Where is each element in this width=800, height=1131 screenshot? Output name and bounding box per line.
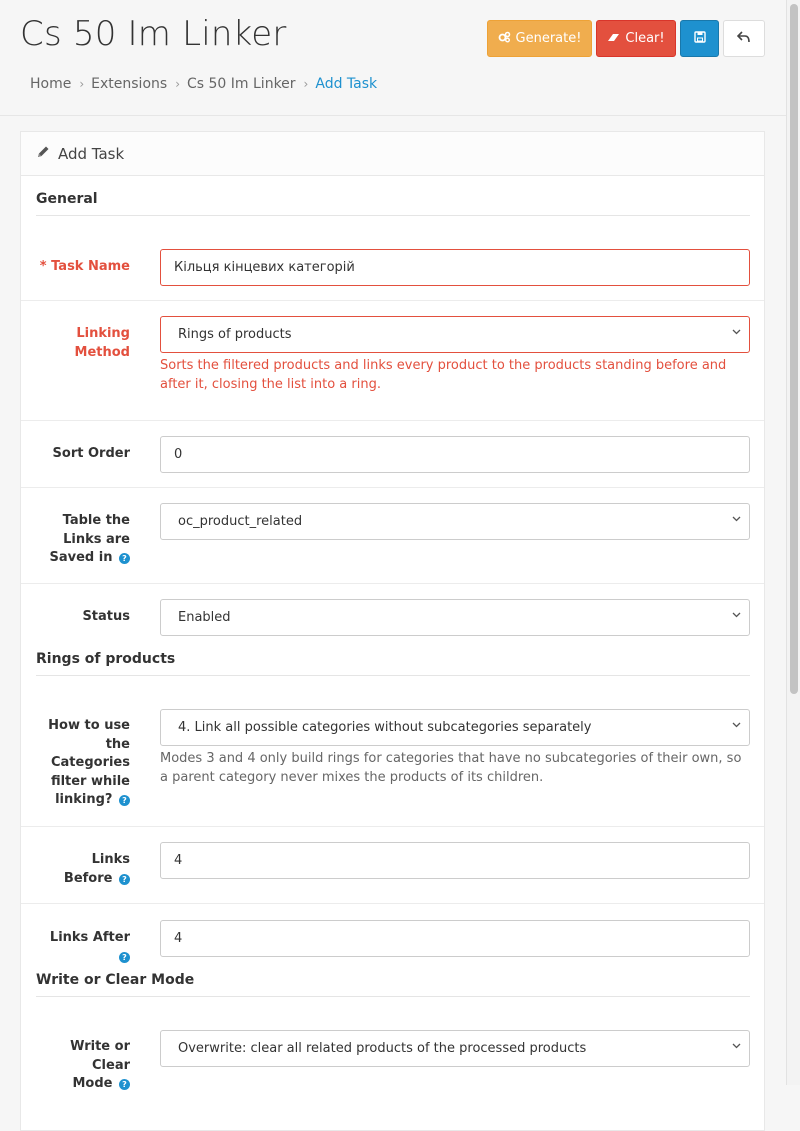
required-star: *: [39, 259, 52, 274]
write-mode-select[interactable]: Overwrite: clear all related products of…: [160, 1030, 750, 1067]
sort-order-input[interactable]: 0: [160, 436, 750, 473]
links-before-label-line1: Links: [91, 852, 130, 867]
question-circle-icon[interactable]: ?: [119, 553, 130, 564]
chevron-down-icon: [732, 611, 741, 621]
linking-method-select[interactable]: Rings of products: [160, 316, 750, 353]
write-mode-label: Write or Clear Mode ?: [36, 1038, 130, 1094]
question-circle-icon[interactable]: ?: [119, 873, 130, 885]
table-label: Table the Links are Saved in ?: [36, 512, 130, 568]
linking-method-hint: Sorts the filtered products and links ev…: [160, 358, 727, 392]
breadcrumb-extensions[interactable]: Extensions: [91, 76, 167, 92]
sort-order-value: 0: [174, 447, 183, 462]
breadcrumb-module[interactable]: Cs 50 Im Linker: [187, 76, 296, 92]
save-button[interactable]: [680, 20, 719, 57]
links-before-value: 4: [174, 853, 183, 868]
sort-order-label: Sort Order: [52, 446, 130, 461]
table-label-line1: Table the: [62, 513, 130, 528]
status-select[interactable]: Enabled: [160, 599, 750, 636]
links-after-label: Links After ?: [36, 929, 130, 966]
eraser-icon: [607, 32, 620, 46]
toolbar: Generate! Clear!: [487, 20, 765, 57]
clear-button-label: Clear!: [625, 31, 665, 46]
write-mode-label-line1: Write or Clear: [70, 1039, 130, 1073]
categories-filter-label: How to use the Categories filter while l…: [36, 717, 130, 810]
question-circle-icon[interactable]: ?: [119, 951, 130, 963]
divider: [21, 903, 764, 904]
write-mode-value: Overwrite: clear all related products of…: [178, 1041, 587, 1056]
breadcrumb-separator: ›: [175, 77, 180, 91]
categories-filter-label-line2: the: [105, 736, 130, 752]
breadcrumb: Home › Extensions › Cs 50 Im Linker › Ad…: [30, 76, 377, 92]
table-label-line2: Links are: [63, 531, 130, 547]
linking-method-label: Linking Method: [36, 325, 130, 362]
clear-button[interactable]: Clear!: [596, 20, 676, 57]
cogs-icon: [498, 31, 511, 46]
scrollbar-thumb[interactable]: [790, 4, 798, 694]
generate-button-label: Generate!: [515, 31, 582, 46]
categories-filter-label-line4: filter while: [50, 773, 130, 789]
back-button[interactable]: [723, 20, 765, 57]
table-label-line3: Saved in: [49, 550, 113, 565]
reply-icon: [736, 30, 751, 47]
categories-filter-select[interactable]: 4. Link all possible categories without …: [160, 709, 750, 746]
section-write-mode: Write or Clear Mode: [36, 972, 750, 997]
status-value: Enabled: [178, 610, 231, 625]
categories-filter-value: 4. Link all possible categories without …: [178, 720, 592, 735]
divider: [21, 487, 764, 488]
categories-filter-label-line3: Categories: [50, 755, 130, 770]
section-rings: Rings of products: [36, 651, 750, 676]
breadcrumb-add-task[interactable]: Add Task: [315, 76, 377, 92]
task-name-label-text: Task Name: [51, 259, 130, 274]
breadcrumb-home[interactable]: Home: [30, 76, 71, 92]
task-name-value: Кільця кінцевих категорій: [174, 260, 355, 275]
table-value: oc_product_related: [178, 514, 303, 529]
links-before-label: Links Before ?: [36, 851, 130, 888]
table-select[interactable]: oc_product_related: [160, 503, 750, 540]
links-after-label-text: Links After: [49, 930, 130, 945]
divider: [21, 300, 764, 301]
section-general: General: [36, 191, 750, 216]
breadcrumb-separator: ›: [303, 77, 309, 91]
chevron-down-icon: [732, 515, 741, 525]
links-after-input[interactable]: 4: [160, 920, 750, 957]
divider: [21, 826, 764, 827]
page-header: Cs 50 Im Linker Generate! Clear! Home › …: [0, 0, 786, 116]
linking-method-value: Rings of products: [178, 327, 292, 342]
generate-button[interactable]: Generate!: [487, 20, 592, 57]
categories-filter-hint: Modes 3 and 4 only build rings for categ…: [160, 751, 742, 785]
chevron-down-icon: [732, 721, 741, 731]
breadcrumb-separator: ›: [79, 77, 85, 91]
linking-method-label-line1: Linking: [76, 326, 130, 341]
chevron-down-icon: [732, 1042, 741, 1052]
links-before-input[interactable]: 4: [160, 842, 750, 879]
categories-filter-label-line1: How to use: [48, 718, 130, 733]
panel-heading: Add Task: [21, 132, 764, 176]
task-name-input[interactable]: Кільця кінцевих категорій: [160, 249, 750, 286]
scrollbar[interactable]: [786, 0, 800, 1085]
chevron-down-icon: [732, 328, 741, 338]
links-before-label-line2: Before: [63, 870, 113, 886]
save-icon: [693, 30, 706, 47]
panel-title: Add Task: [58, 144, 125, 163]
question-circle-icon[interactable]: ?: [119, 795, 130, 806]
divider: [21, 420, 764, 421]
task-name-label: * Task Name: [36, 258, 130, 277]
status-label: Status: [82, 609, 130, 624]
linking-method-label-line2: Method: [74, 344, 130, 360]
categories-filter-label-line5: linking?: [55, 792, 113, 807]
pencil-icon: [36, 145, 50, 163]
add-task-panel: Add Task General * Task Name Кільця кінц…: [20, 131, 765, 1131]
links-after-value: 4: [174, 931, 183, 946]
write-mode-label-line2: Mode: [72, 1076, 113, 1091]
divider: [21, 583, 764, 584]
page-title: Cs 50 Im Linker: [20, 14, 287, 54]
